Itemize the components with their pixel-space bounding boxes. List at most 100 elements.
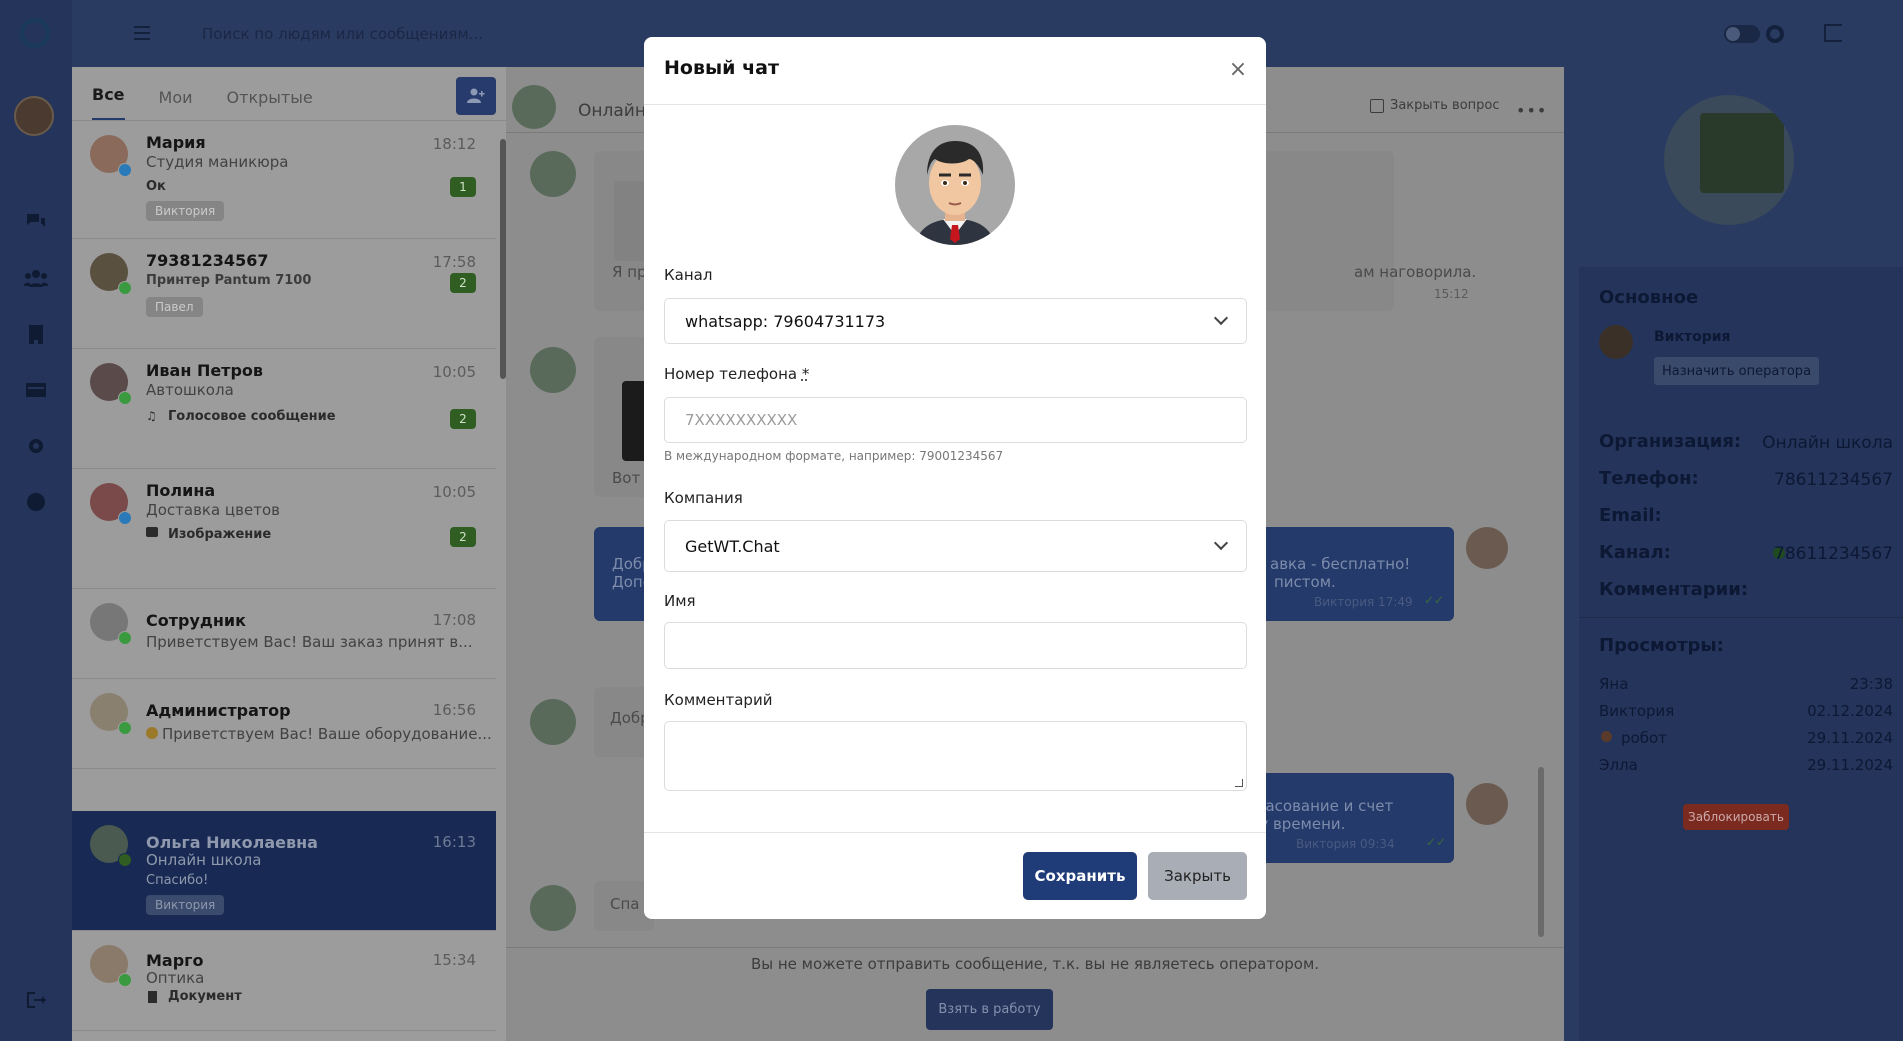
more-options-icon[interactable]: ••• — [1516, 101, 1547, 120]
phone-hint: В международном формате, например: 79001… — [664, 449, 1004, 463]
tab-mine[interactable]: Мои — [159, 88, 193, 121]
channel-label: Канал — [664, 266, 713, 284]
card-icon[interactable] — [20, 374, 52, 406]
message-text: пистом. — [1274, 573, 1336, 591]
chat-name: Администратор — [146, 701, 291, 720]
chat-name: Мария — [146, 133, 206, 152]
close-question-checkbox[interactable] — [1370, 99, 1384, 113]
whatsapp-icon — [118, 721, 132, 735]
cartoon-man-icon — [915, 141, 995, 245]
name-label: Имя — [664, 592, 696, 610]
chat-name: Марго — [146, 951, 204, 970]
comment-textarea[interactable] — [664, 721, 1247, 791]
take-in-work-button[interactable]: Взять в работу — [926, 989, 1053, 1030]
view-name: Элла — [1599, 756, 1638, 774]
phone-label: Номер телефона * — [664, 365, 809, 383]
double-check-icon: ✓✓ — [1424, 593, 1445, 607]
whatsapp-icon — [118, 631, 132, 645]
chat-list-item-selected[interactable]: Ольга Николаевна 16:13 Онлайн школа Спас… — [72, 811, 496, 931]
chat-list-item[interactable]: Администратор 16:56 Приветствуем Вас! Ва… — [72, 679, 496, 769]
phone-input[interactable]: 7XXXXXXXXXX — [664, 397, 1247, 443]
chat-icon[interactable] — [20, 206, 52, 238]
operator-tag: Виктория — [146, 201, 225, 221]
company-select[interactable]: GetWT.Chat — [664, 520, 1247, 572]
contact-details: Основное Виктория Назначить оператора Ор… — [1579, 267, 1903, 1041]
operator-tag: Павел — [146, 297, 203, 317]
tab-all[interactable]: Все — [92, 85, 125, 121]
name-input[interactable] — [664, 622, 1247, 669]
close-icon[interactable]: × — [1226, 57, 1250, 82]
chat-list-item[interactable]: Иван Петров 10:05 Автошкола ♫ Голосовое … — [72, 349, 496, 469]
exit-icon[interactable] — [1824, 24, 1842, 42]
chat-name: Ольга Николаевна — [146, 833, 318, 852]
contact-name: Онлайн — [578, 101, 646, 121]
operator-tag: Виктория — [146, 895, 225, 915]
user-avatar[interactable] — [14, 96, 54, 136]
save-button[interactable]: Сохранить — [1023, 852, 1137, 900]
channel-value: whatsapp: 79604731173 — [685, 311, 886, 331]
assign-operator-button[interactable]: Назначить оператора — [1654, 357, 1820, 385]
contact-avatar — [512, 85, 556, 129]
chat-name: Сотрудник — [146, 611, 246, 630]
field-label: Email: — [1599, 505, 1662, 526]
chat-subtitle: Автошкола — [146, 381, 234, 399]
resize-handle-icon — [1235, 779, 1243, 787]
dialog-title: Новый чат — [664, 57, 779, 79]
view-date: 29.11.2024 — [1807, 729, 1893, 747]
contact-avatar — [895, 125, 1015, 245]
building-icon[interactable] — [20, 318, 52, 350]
chat-list-item[interactable]: Мария 18:12 Студия маникюра Ок 1 Виктори… — [72, 121, 496, 239]
message-time: 15:12 — [1434, 287, 1469, 301]
microphone-icon: ♫ — [146, 409, 157, 423]
theme-toggle[interactable] — [1724, 25, 1760, 43]
required-marker: * — [801, 365, 810, 383]
chat-time: 16:13 — [432, 833, 476, 851]
contact-photo — [1664, 95, 1794, 225]
view-date: 23:38 — [1849, 675, 1893, 693]
chat-last-message: Ок — [146, 179, 166, 194]
view-date: 29.11.2024 — [1807, 756, 1893, 774]
chat-list-item[interactable]: Полина 10:05 Доставка цветов Изображение… — [72, 469, 496, 589]
app-logo[interactable] — [20, 18, 50, 48]
view-name: Яна — [1599, 675, 1629, 693]
close-button[interactable]: Закрыть — [1148, 852, 1247, 900]
chat-last-message: Голосовое сообщение — [168, 409, 336, 424]
chat-name: 79381234567 — [146, 251, 269, 270]
view-name: Виктория — [1599, 702, 1675, 720]
message-text: Я пр — [612, 263, 647, 281]
chat-list-item[interactable]: Марго 15:34 Оптика Документ — [72, 931, 496, 1031]
whatsapp-icon — [118, 973, 132, 987]
operator-avatar — [1599, 325, 1633, 359]
unread-count-badge: 2 — [450, 409, 476, 429]
add-user-button[interactable] — [456, 77, 496, 115]
field-value: 78611234567 — [1774, 544, 1893, 564]
message-text: ам наговорила. — [1354, 263, 1477, 281]
emoji-icon — [146, 727, 158, 739]
view-name: робот — [1621, 729, 1667, 747]
left-rail — [0, 0, 72, 1041]
gear-icon[interactable] — [20, 430, 52, 462]
tab-open[interactable]: Открытые — [227, 88, 313, 121]
settings-gear-icon[interactable] — [1766, 25, 1784, 43]
chat-list-item[interactable]: Сотрудник 17:08 Приветствуем Вас! Ваш за… — [72, 589, 496, 679]
menu-icon[interactable] — [134, 26, 150, 40]
avatar — [1466, 783, 1508, 825]
chat-scrollbar[interactable] — [1538, 767, 1544, 937]
view-date: 02.12.2024 — [1807, 702, 1893, 720]
block-button[interactable]: Заблокировать — [1683, 804, 1789, 830]
phone-label-text: Номер телефона — [664, 365, 798, 383]
avatar — [1466, 527, 1508, 569]
operator-name: Виктория — [1654, 329, 1731, 345]
robot-icon — [1601, 731, 1612, 742]
users-icon[interactable] — [20, 262, 52, 294]
logout-icon[interactable] — [20, 984, 52, 1016]
new-chat-dialog: Новый чат × Канал whatsapp: 79604731173 … — [644, 37, 1266, 919]
avatar — [530, 885, 576, 931]
add-user-icon — [467, 88, 485, 103]
chat-list-item[interactable]: 79381234567 17:58 Принтер Pantum 7100 2 … — [72, 239, 496, 349]
channel-select[interactable]: whatsapp: 79604731173 — [664, 298, 1247, 344]
search-input[interactable]: Поиск по людям или сообщениям... — [202, 0, 483, 67]
help-icon[interactable] — [20, 486, 52, 518]
field-label: Канал: — [1599, 542, 1671, 563]
chat-time: 17:08 — [432, 611, 476, 629]
